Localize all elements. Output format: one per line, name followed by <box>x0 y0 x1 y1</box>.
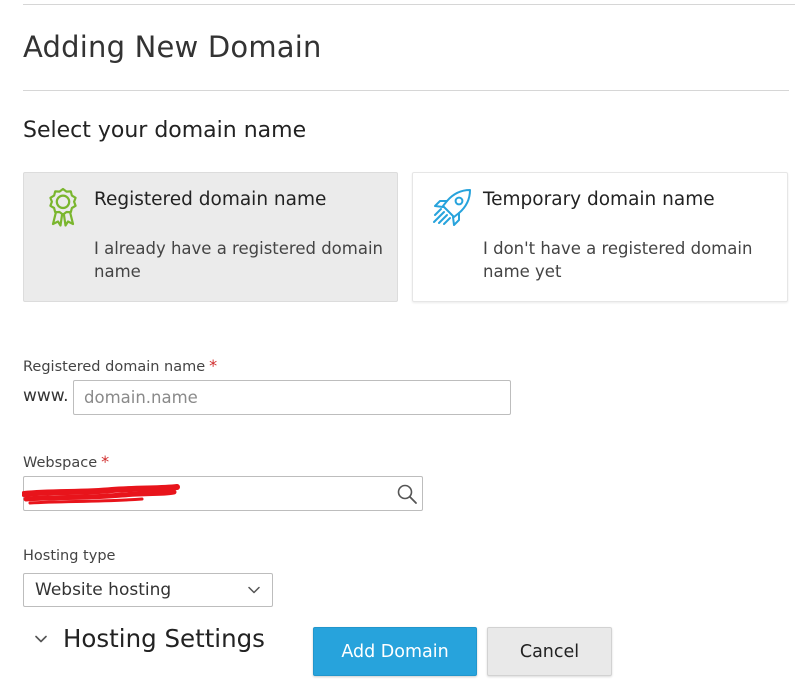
domain-name-input[interactable] <box>73 380 511 415</box>
required-mark: * <box>209 356 218 375</box>
www-prefix: www. <box>23 386 69 406</box>
redaction-scribble <box>22 484 180 505</box>
hosting-type-label: Hosting type <box>23 548 116 564</box>
webspace-label: Webspace * <box>23 452 109 471</box>
top-divider <box>23 4 795 5</box>
temporary-domain-card[interactable]: Temporary domain name I don't have a reg… <box>412 172 788 302</box>
chevron-down-icon[interactable] <box>35 635 47 643</box>
temporary-domain-description: I don't have a registered domain name ye… <box>483 239 753 281</box>
cancel-button[interactable]: Cancel <box>487 627 612 676</box>
registered-domain-card[interactable]: Registered domain name I already have a … <box>23 172 398 302</box>
registered-domain-heading: Registered domain name <box>94 189 327 210</box>
registered-domain-description: I already have a registered domain name <box>94 239 383 281</box>
domain-name-label: Registered domain name * <box>23 356 217 375</box>
title-divider <box>23 90 789 91</box>
hosting-settings-toggle[interactable]: Hosting Settings <box>63 624 265 653</box>
chevron-down-icon <box>248 586 260 594</box>
domain-name-label-text: Registered domain name <box>23 359 206 375</box>
temporary-domain-heading: Temporary domain name <box>483 189 715 210</box>
search-icon[interactable] <box>396 483 418 505</box>
hosting-type-select[interactable]: Website hosting <box>23 573 273 607</box>
page-title: Adding New Domain <box>23 30 322 64</box>
award-ribbon-icon <box>49 187 77 227</box>
add-domain-button[interactable]: Add Domain <box>313 627 477 676</box>
section-title: Select your domain name <box>23 118 307 143</box>
required-mark: * <box>101 452 110 471</box>
hosting-type-value: Website hosting <box>35 580 172 600</box>
webspace-label-text: Webspace <box>23 455 98 471</box>
rocket-icon <box>433 189 471 226</box>
add-domain-page: Adding New Domain Select your domain nam… <box>0 0 795 693</box>
